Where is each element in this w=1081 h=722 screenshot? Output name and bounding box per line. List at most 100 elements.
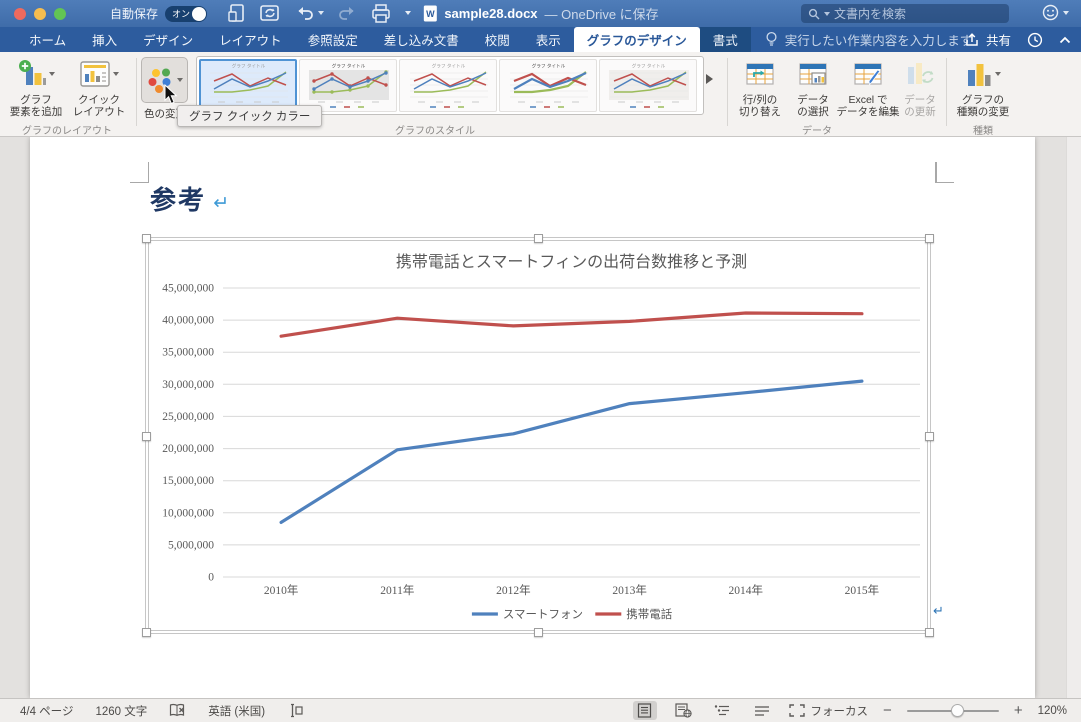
close-window-button[interactable] <box>14 7 26 20</box>
new-document-icon[interactable] <box>228 3 245 23</box>
text-selection-mode-icon[interactable] <box>287 703 303 718</box>
tell-me-assistant[interactable]: 実行したい作業内容を入力します <box>765 27 973 52</box>
document-page[interactable]: 参考 ↵ 0 5,000,000 10,000,000 15,000,000 20,00… <box>30 137 1035 698</box>
quick-layout-icon <box>79 61 110 87</box>
share-label: 共有 <box>985 34 1011 48</box>
tell-me-hint: 実行したい作業内容を入力します <box>784 34 973 48</box>
svg-text:15,000,000: 15,000,000 <box>162 475 214 487</box>
svg-text:2011年: 2011年 <box>380 583 414 597</box>
autosave-state-label: オン <box>172 8 191 19</box>
tab-view[interactable]: 表示 <box>523 27 574 52</box>
resize-handle-n[interactable] <box>534 234 543 243</box>
search-input[interactable]: 文書内を検索 <box>801 4 1009 23</box>
web-layout-view-button[interactable] <box>672 701 696 720</box>
zoom-window-button[interactable] <box>54 7 66 20</box>
zoom-slider[interactable] <box>906 704 999 717</box>
zoom-level-indicator[interactable]: 120% <box>1038 705 1067 717</box>
resize-handle-s[interactable] <box>534 628 543 637</box>
svg-text:2014年: 2014年 <box>729 583 764 597</box>
refresh-data-icon <box>908 63 934 84</box>
language-indicator[interactable]: 英語 (米国) <box>208 703 265 719</box>
change-chart-type-caret[interactable] <box>994 72 1001 76</box>
add-chart-element-button[interactable]: グラフ 要素を追加 <box>6 57 66 118</box>
svg-text:携帯電話: 携帯電話 <box>626 607 672 621</box>
window-controls <box>14 7 66 20</box>
history-clock-icon[interactable] <box>1027 32 1043 48</box>
share-button[interactable]: 共有 <box>965 30 1011 49</box>
data-group-label: データ <box>802 126 832 137</box>
word-count-indicator[interactable]: 1260 文字 <box>95 703 147 719</box>
minimize-window-button[interactable] <box>34 7 46 20</box>
autosave-toggle[interactable]: オン <box>165 5 208 22</box>
zoom-slider-knob[interactable] <box>950 704 964 717</box>
gallery-scroll-right-arrow[interactable] <box>706 74 713 84</box>
svg-text:2010年: 2010年 <box>264 583 299 597</box>
chart-style-thumb-3[interactable]: グラフ タイトル <box>399 59 497 112</box>
share-icon <box>966 32 978 46</box>
change-chart-type-button[interactable]: グラフの 種類の変更 <box>950 57 1016 118</box>
tab-chart-design[interactable]: グラフのデザイン <box>573 27 700 52</box>
focus-mode-button[interactable]: フォーカス <box>788 703 869 719</box>
switch-row-column-button[interactable]: 行/列の 切り替え <box>733 57 787 118</box>
resize-handle-sw[interactable] <box>142 628 151 637</box>
resize-handle-e[interactable] <box>925 432 934 441</box>
add-chart-element-caret[interactable] <box>48 72 55 76</box>
document-title: W sample28.docx — OneDrive に保存 <box>422 0 659 27</box>
tab-review[interactable]: 校閲 <box>472 27 523 52</box>
add-chart-element-icon <box>18 60 46 85</box>
svg-text:45,000,000: 45,000,000 <box>162 283 214 295</box>
tab-references[interactable]: 参照設定 <box>295 27 371 52</box>
refresh-data-label: データ の更新 <box>904 94 936 118</box>
save-sync-icon[interactable] <box>259 3 281 23</box>
collapse-ribbon-chevron-icon[interactable] <box>1059 36 1071 44</box>
title-bar: 自動保存 オン W sample28.docx — OneDrive に保存 文… <box>0 0 1081 27</box>
svg-text:40,000,000: 40,000,000 <box>162 315 214 327</box>
search-scope-caret[interactable] <box>824 11 830 16</box>
chart-object[interactable]: 0 5,000,000 10,000,000 15,000,000 20,000,000… <box>142 234 934 637</box>
zoom-out-button[interactable]: − <box>883 703 892 718</box>
undo-dropdown-caret[interactable] <box>318 11 324 15</box>
outline-view-button[interactable] <box>711 701 735 720</box>
document-canvas[interactable]: 参考 ↵ 0 5,000,000 10,000,000 15,000,000 20,00… <box>0 137 1081 698</box>
tab-format[interactable]: 書式 <box>699 27 751 52</box>
change-colors-caret[interactable] <box>176 78 183 82</box>
autosave-label: 自動保存 <box>110 7 159 21</box>
page-count-indicator[interactable]: 4/4 ページ <box>20 703 73 719</box>
quick-layout-button[interactable]: クイック レイアウト <box>68 57 130 118</box>
vertical-scrollbar[interactable] <box>1066 137 1081 698</box>
crop-mark-right <box>935 162 954 183</box>
tab-layout[interactable]: レイアウト <box>206 27 295 52</box>
resize-handle-ne[interactable] <box>925 234 934 243</box>
customize-quick-access-caret[interactable] <box>405 11 411 15</box>
tab-insert[interactable]: 挿入 <box>79 27 130 52</box>
svg-text:グラフ タイトル: グラフ タイトル <box>331 62 365 69</box>
select-data-button[interactable]: データ の選択 <box>789 57 837 118</box>
resize-handle-w[interactable] <box>142 432 151 441</box>
focus-mode-label: フォーカス <box>810 705 869 718</box>
add-chart-element-label: グラフ 要素を追加 <box>9 94 63 118</box>
redo-button[interactable] <box>338 4 357 22</box>
draft-view-button[interactable] <box>750 701 774 720</box>
feedback-smiley-icon[interactable] <box>1042 4 1059 21</box>
proofing-errors-icon[interactable] <box>169 703 186 718</box>
feedback-caret[interactable] <box>1063 10 1069 15</box>
tab-design[interactable]: デザイン <box>130 27 206 52</box>
chart-style-thumb-4[interactable]: グラフ タイトル <box>499 59 597 112</box>
print-layout-view-button[interactable] <box>632 701 657 720</box>
tab-mailings[interactable]: 差し込み文書 <box>371 27 472 52</box>
edit-data-in-excel-button[interactable]: Excel で データを編集 <box>836 57 900 118</box>
zoom-in-button[interactable]: + <box>1014 703 1023 718</box>
svg-text:5,000,000: 5,000,000 <box>168 539 214 551</box>
tab-home[interactable]: ホーム <box>16 27 79 52</box>
undo-button[interactable] <box>295 4 324 22</box>
search-placeholder: 文書内を検索 <box>834 7 907 21</box>
mouse-cursor <box>164 83 178 110</box>
refresh-data-button: データ の更新 <box>899 57 941 118</box>
resize-handle-nw[interactable] <box>142 234 151 243</box>
print-icon[interactable] <box>371 3 391 23</box>
chart-style-thumb-5[interactable]: グラフ タイトル <box>599 59 697 112</box>
svg-text:グラフ タイトル: グラフ タイトル <box>531 62 565 69</box>
focus-mode-icon <box>788 704 805 717</box>
quick-layout-caret[interactable] <box>112 72 119 76</box>
resize-handle-se[interactable] <box>925 628 934 637</box>
